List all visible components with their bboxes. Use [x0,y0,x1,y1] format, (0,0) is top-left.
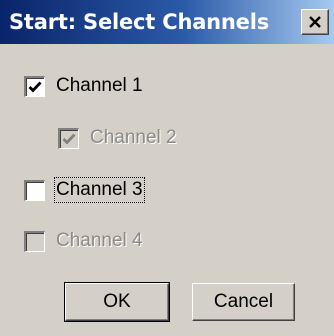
close-icon [309,16,321,28]
channel-label: Channel 1 [56,75,143,96]
checkmark-icon [28,81,42,93]
window-title: Start: Select Channels [9,10,270,34]
checkbox-box[interactable] [24,230,45,252]
checkbox-box[interactable] [24,179,45,201]
channel-2-checkbox[interactable]: Channel 2 [58,123,177,153]
channel-1-checkbox[interactable]: Channel 1 [24,71,143,101]
channel-4-checkbox[interactable]: Channel 4 [24,226,143,256]
cancel-button[interactable]: Cancel [192,283,295,321]
select-channels-dialog: Start: Select Channels Channel 1 Channel… [0,0,334,336]
channel-3-checkbox[interactable]: Channel 3 [24,175,145,205]
checkbox-box[interactable] [24,75,45,97]
checkbox-box[interactable] [58,127,79,149]
close-button[interactable] [301,9,329,35]
title-bar[interactable]: Start: Select Channels [0,0,334,44]
channel-label: Channel 4 [56,230,143,251]
channel-label: Channel 2 [90,127,177,148]
checkmark-icon [62,133,76,145]
ok-button[interactable]: OK [64,282,170,322]
channel-label: Channel 3 [54,177,145,203]
